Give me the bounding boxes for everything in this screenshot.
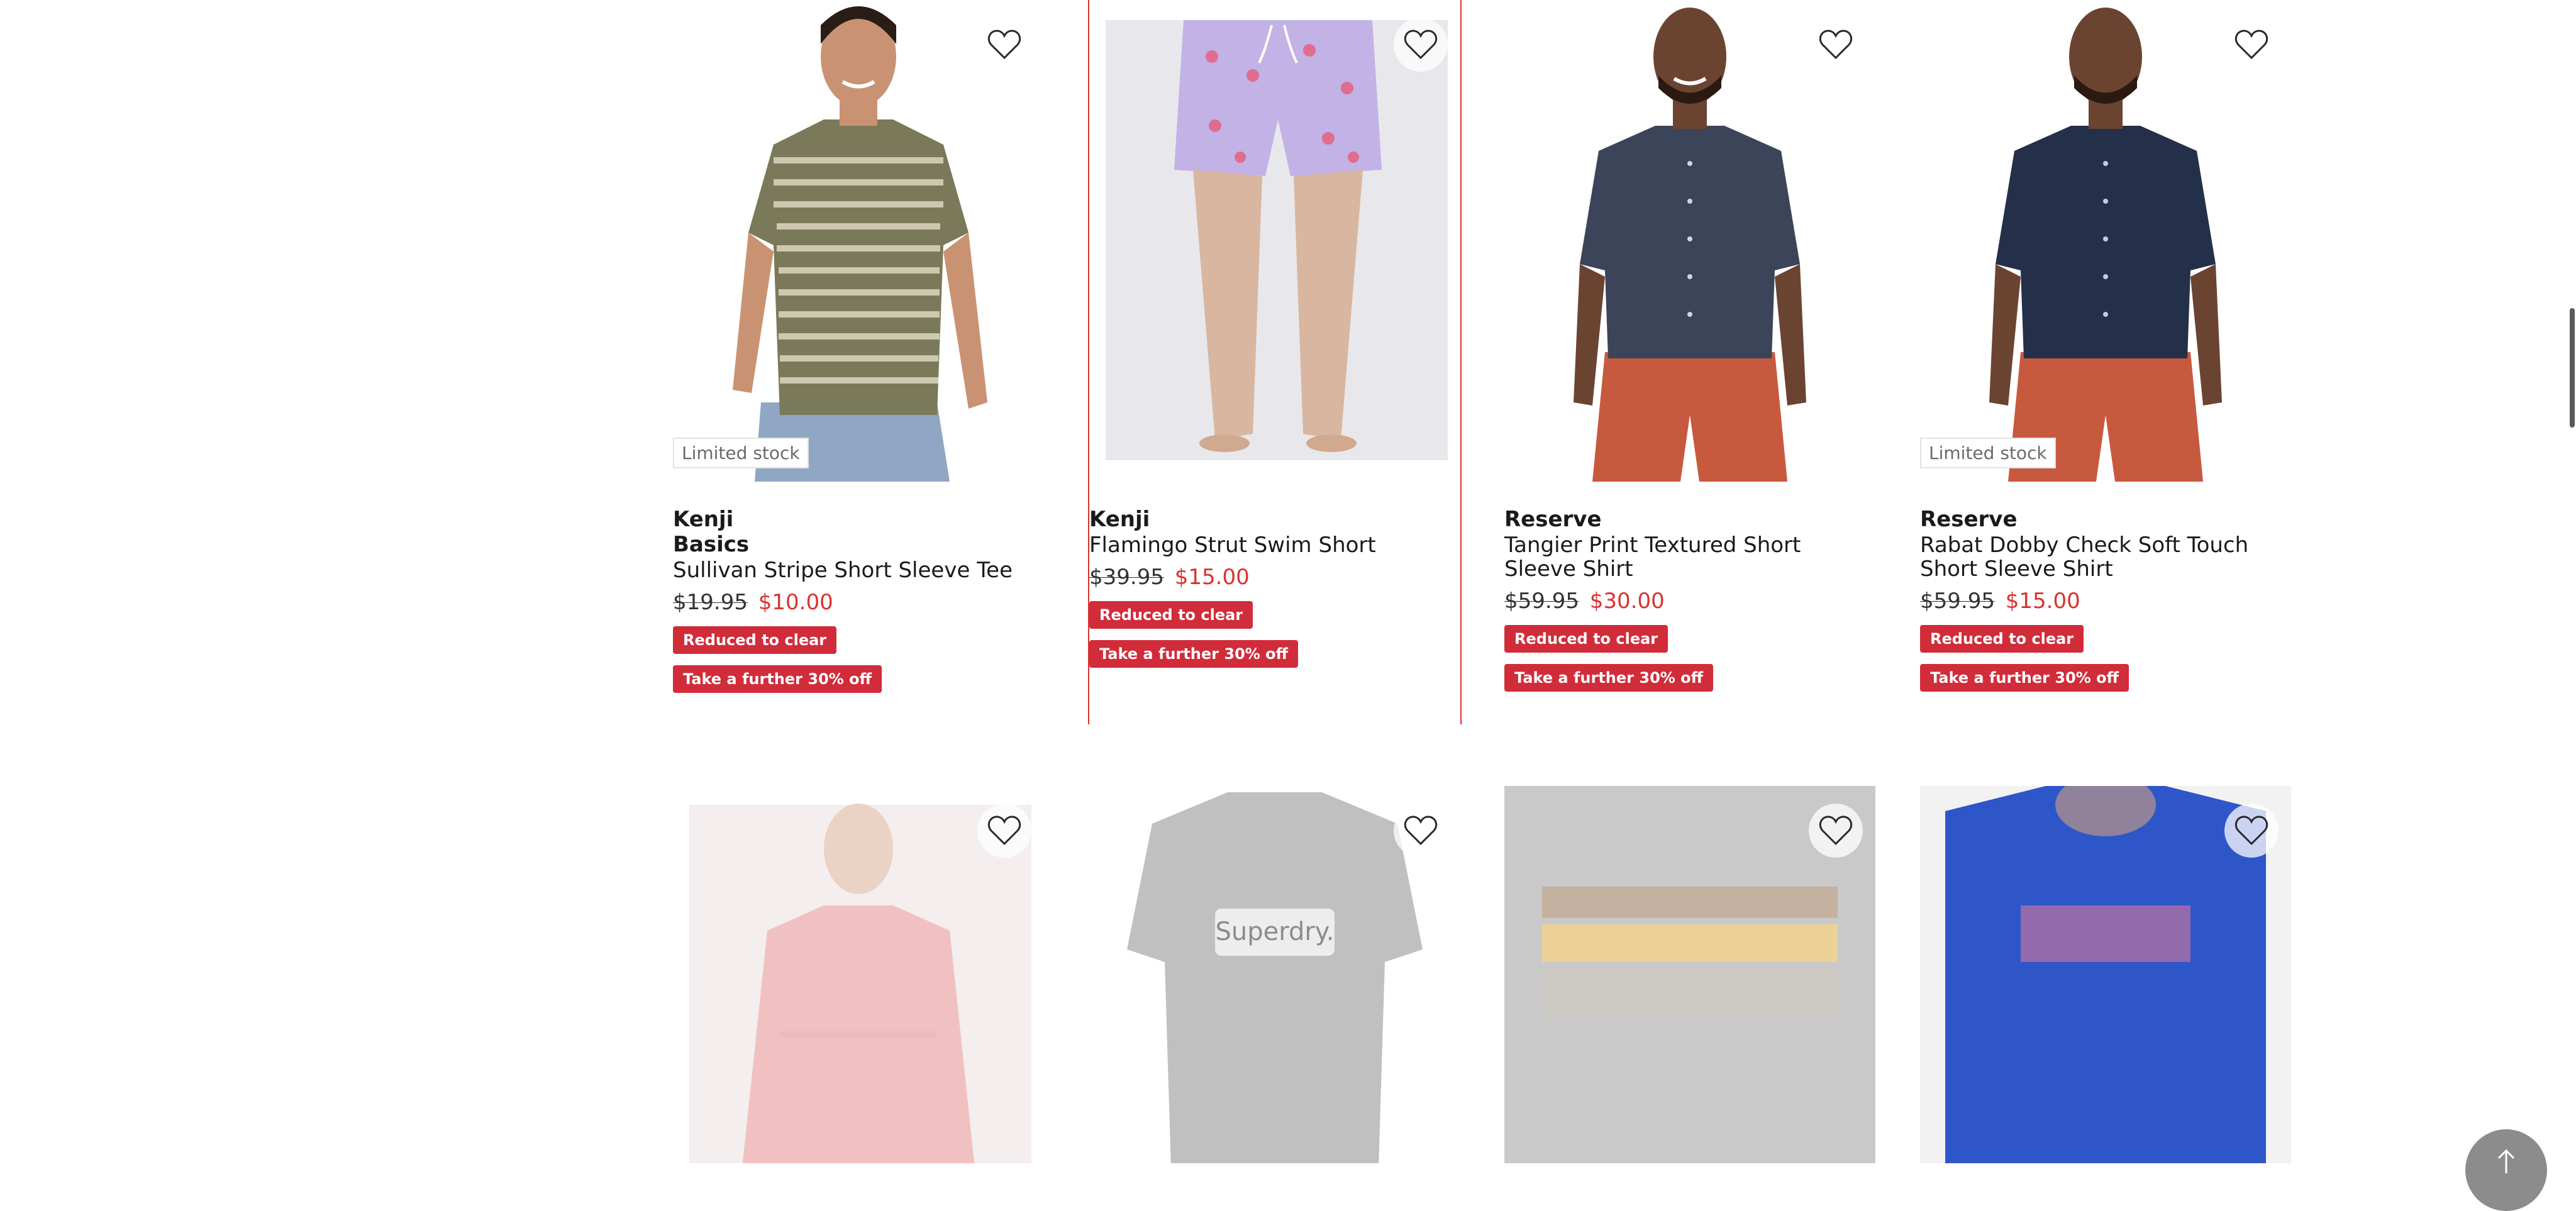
- original-price: $59.95: [1504, 589, 1579, 614]
- arrow-up-icon: [2497, 1149, 2515, 1173]
- promo-tags: Reduced to clear Take a further 30% off: [1920, 614, 2291, 692]
- reduced-to-clear-tag: Reduced to clear: [1920, 625, 2084, 653]
- promo-tags: Reduced to clear Take a further 30% off: [673, 615, 1044, 693]
- wishlist-heart-button[interactable]: [1394, 18, 1448, 72]
- tee-print-text: Superdry.: [1215, 917, 1334, 946]
- further-discount-tag: Take a further 30% off: [673, 665, 882, 693]
- pink-long-sleeve-shirt-image[interactable]: [673, 786, 1044, 1163]
- heart-icon: [2235, 816, 2268, 846]
- reduced-to-clear-tag: Reduced to clear: [1089, 601, 1253, 629]
- sale-price: $15.00: [2005, 589, 2080, 614]
- product-brand[interactable]: Kenji: [673, 507, 1044, 532]
- product-info: Kenji Basics Sullivan Stripe Short Sleev…: [673, 507, 1044, 693]
- original-price: $39.95: [1089, 565, 1164, 590]
- product-info: Reserve Tangier Print Textured Short Sle…: [1504, 507, 1875, 692]
- product-name[interactable]: Rabat Dobby Check Soft Touch Short Sleev…: [1920, 533, 2291, 581]
- product-price: $59.95 $15.00: [1920, 589, 2291, 614]
- sale-price: $15.00: [1174, 565, 1250, 590]
- wishlist-heart-button[interactable]: [977, 804, 1031, 858]
- heart-icon: [987, 816, 1021, 846]
- product-name[interactable]: Tangier Print Textured Short Sleeve Shir…: [1504, 533, 1875, 581]
- black-superdry-tee-image[interactable]: Superdry.: [1089, 786, 1460, 1163]
- heart-icon: [987, 30, 1021, 60]
- product-brand-line2[interactable]: Basics: [673, 532, 1044, 557]
- original-price: $59.95: [1920, 589, 1995, 614]
- product-grid: Limited stock Kenji Basics Sullivan Stri…: [673, 0, 2291, 1168]
- sale-price: $30.00: [1589, 589, 1665, 614]
- product-brand[interactable]: Kenji: [1089, 507, 1460, 532]
- wishlist-heart-button[interactable]: [1809, 804, 1863, 858]
- product-info: Reserve Rabat Dobby Check Soft Touch Sho…: [1920, 507, 2291, 692]
- product-price: $59.95 $30.00: [1504, 589, 1875, 614]
- blue-tee-image[interactable]: [1920, 786, 2291, 1163]
- wishlist-heart-button[interactable]: [1394, 804, 1448, 858]
- further-discount-tag: Take a further 30% off: [1504, 664, 1714, 692]
- wishlist-heart-button[interactable]: [1809, 18, 1863, 72]
- wishlist-heart-button[interactable]: [2224, 18, 2279, 72]
- limited-stock-badge: Limited stock: [1920, 438, 2056, 468]
- product-image[interactable]: [1504, 0, 1875, 482]
- wishlist-heart-button[interactable]: [977, 18, 1031, 72]
- heart-icon: [1819, 816, 1853, 846]
- wishlist-heart-button[interactable]: [2224, 804, 2279, 858]
- page-scrollbar[interactable]: [2570, 308, 2575, 428]
- further-discount-tag: Take a further 30% off: [1089, 640, 1299, 668]
- heart-icon: [2235, 30, 2268, 60]
- product-price: $39.95 $15.00: [1089, 565, 1460, 590]
- striped-tee-image[interactable]: [1504, 786, 1875, 1163]
- product-image[interactable]: [1089, 0, 1460, 482]
- product-name[interactable]: Flamingo Strut Swim Short: [1089, 533, 1460, 557]
- product-price: $19.95 $10.00: [673, 590, 1044, 615]
- further-discount-tag: Take a further 30% off: [1920, 664, 2129, 692]
- reduced-to-clear-tag: Reduced to clear: [1504, 625, 1668, 653]
- heart-icon: [1404, 30, 1438, 60]
- promo-tags: Reduced to clear Take a further 30% off: [1504, 614, 1875, 692]
- product-name[interactable]: Sullivan Stripe Short Sleeve Tee: [673, 558, 1044, 582]
- promo-tags: Reduced to clear Take a further 30% off: [1089, 590, 1460, 668]
- product-brand[interactable]: Reserve: [1920, 507, 2291, 532]
- sale-price: $10.00: [758, 590, 833, 615]
- product-brand[interactable]: Reserve: [1504, 507, 1875, 532]
- original-price: $19.95: [673, 590, 748, 615]
- back-to-top-button[interactable]: [2465, 1129, 2547, 1211]
- limited-stock-badge: Limited stock: [673, 438, 809, 468]
- product-image[interactable]: Limited stock: [673, 0, 1044, 482]
- heart-icon: [1404, 816, 1438, 846]
- heart-icon: [1819, 30, 1853, 60]
- product-info: Kenji Flamingo Strut Swim Short $39.95 $…: [1089, 507, 1460, 668]
- reduced-to-clear-tag: Reduced to clear: [673, 626, 837, 654]
- product-image[interactable]: Limited stock: [1920, 0, 2291, 482]
